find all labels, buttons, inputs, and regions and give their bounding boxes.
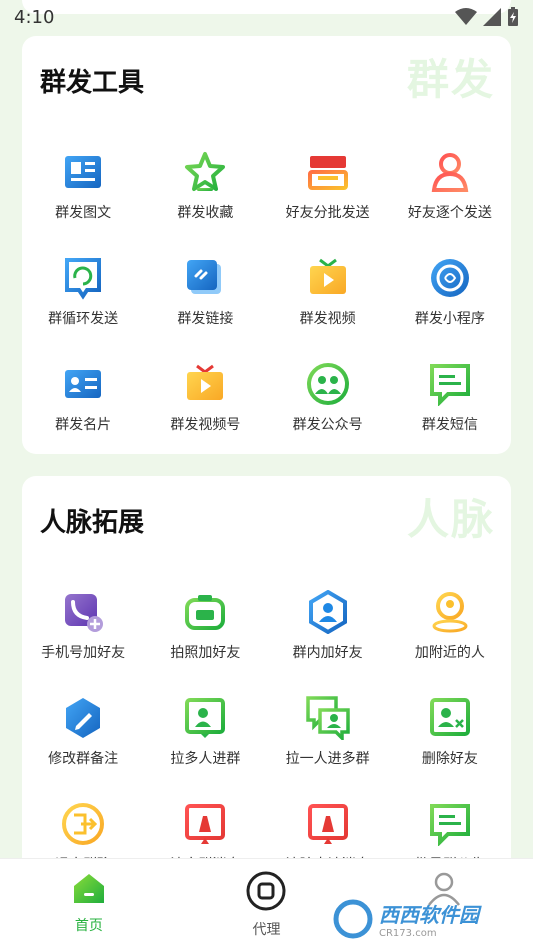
tool-label: 拉一人进多群	[285, 751, 370, 767]
tool-tile[interactable]: 群发小程序	[389, 250, 511, 356]
home-icon	[73, 874, 104, 903]
tool-tile[interactable]: 拉一人进多群	[267, 690, 389, 796]
status-time: 4:10	[14, 6, 55, 28]
nav-agent[interactable]: 代理	[206, 871, 326, 939]
tool-tile[interactable]: 好友逐个发送	[389, 144, 511, 250]
tool-label: 群发名片	[55, 417, 112, 433]
group-add-icon	[308, 590, 347, 634]
status-icons	[455, 7, 519, 27]
tool-tile[interactable]: 群发视频	[267, 250, 389, 356]
section-title: 人脉拓展	[40, 508, 145, 538]
tool-label: 群发链接	[177, 311, 234, 327]
tool-label: 拍照加好友	[170, 645, 241, 661]
tool-tile[interactable]: 删除好友	[389, 690, 511, 796]
section-network-expand: 人脉 人脉拓展 手机号加好友 拍照加好友 群内加好友 加附近的人修改群备注 拉多人进群 拉…	[22, 476, 511, 896]
tool-label: 群发视频号	[170, 417, 241, 433]
tool-tile[interactable]: 群发短信	[389, 356, 511, 454]
wifi-icon	[455, 8, 477, 25]
tool-tile[interactable]: 拍照加好友	[144, 584, 266, 690]
tool-label: 拉多人进群	[170, 751, 241, 767]
tool-tile[interactable]: 拉多人进群	[144, 690, 266, 796]
mini-program-icon	[430, 259, 469, 297]
pull-one-icon	[305, 696, 350, 740]
tool-label: 群循环发送	[48, 311, 119, 327]
clear-unread-icon	[307, 804, 348, 844]
official-account-icon	[306, 363, 349, 405]
tool-label: 加附近的人	[414, 645, 485, 661]
tool-tile[interactable]: 群发视频号	[144, 356, 266, 454]
edit-note-icon	[66, 698, 101, 738]
site-watermark-text: 西西软件园	[379, 903, 479, 927]
tool-grid: 手机号加好友 拍照加好友 群内加好友 加附近的人修改群备注 拉多人进群 拉一人进多群 删除好…	[22, 584, 511, 896]
tool-tile[interactable]: 群循环发送	[22, 250, 144, 356]
person-icon	[431, 153, 469, 192]
tool-tile[interactable]: 群发名片	[22, 356, 144, 454]
tool-label: 群发视频	[299, 311, 356, 327]
camera-add-icon	[185, 595, 226, 630]
batch-notice-icon	[429, 804, 470, 846]
status-bar: 4:10	[0, 0, 533, 34]
signal-icon	[483, 8, 501, 26]
agent-icon	[246, 871, 286, 911]
nav-home[interactable]: 首页	[29, 871, 149, 935]
tool-tile[interactable]: 加附近的人	[389, 584, 511, 690]
tool-grid: 群发图文 群发收藏 好友分批发送 好友逐个发送群循环发送 群发链接 群发视频 群发小程序群发…	[22, 144, 511, 454]
tool-label: 群发小程序	[414, 311, 485, 327]
tool-tile[interactable]: 群发收藏	[144, 144, 266, 250]
video-channel-icon	[187, 364, 224, 400]
link-icon	[187, 260, 222, 294]
tool-tile[interactable]: 群发链接	[144, 250, 266, 356]
tool-tile[interactable]: 群内加好友	[267, 584, 389, 690]
tool-label: 删除好友	[421, 751, 478, 767]
tv-video-icon	[309, 258, 346, 294]
tool-tile[interactable]: 群发公众号	[267, 356, 389, 454]
site-watermark: 西西软件园 CR173.com	[333, 898, 513, 940]
exit-group-icon	[62, 803, 105, 845]
tool-tile[interactable]: 群发图文	[22, 144, 144, 250]
tool-label: 群发图文	[55, 205, 112, 221]
site-logo-icon	[333, 899, 373, 939]
tool-label: 群发收藏	[177, 205, 234, 221]
phone-add-icon	[65, 594, 104, 632]
section-title: 群发工具	[40, 68, 145, 98]
tool-tile[interactable]: 手机号加好友	[22, 584, 144, 690]
pull-many-icon	[185, 698, 226, 738]
sms-icon	[429, 364, 470, 406]
tool-label: 群发公众号	[292, 417, 363, 433]
nav-home-label: 首页	[74, 918, 103, 934]
section-watermark: 人脉	[406, 495, 495, 544]
tool-tile[interactable]: 好友分批发送	[267, 144, 389, 250]
delete-friend-icon	[429, 698, 470, 736]
business-card-icon	[65, 370, 102, 398]
loop-icon	[65, 258, 102, 300]
clear-group-msg-icon	[185, 804, 226, 844]
batch-send-icon	[307, 156, 348, 190]
tool-tile[interactable]: 修改群备注	[22, 690, 144, 796]
nav-agent-label: 代理	[252, 922, 281, 938]
section-watermark: 群发	[406, 55, 495, 104]
section-group-send: 群发 群发工具 群发图文 群发收藏 好友分批发送 好友逐个发送 群循环发送 群发链接 群发视…	[22, 36, 511, 454]
tool-label: 好友分批发送	[285, 205, 370, 221]
tool-label: 群发短信	[421, 417, 478, 433]
image-text-icon	[65, 156, 102, 188]
site-watermark-sub: CR173.com	[379, 928, 437, 939]
tool-label: 修改群备注	[48, 751, 119, 767]
star-icon	[185, 152, 226, 191]
nearby-icon	[432, 592, 468, 633]
tool-label: 好友逐个发送	[407, 205, 492, 221]
battery-icon	[508, 7, 518, 26]
tool-label: 群内加好友	[292, 645, 363, 661]
tool-label: 手机号加好友	[41, 645, 126, 661]
